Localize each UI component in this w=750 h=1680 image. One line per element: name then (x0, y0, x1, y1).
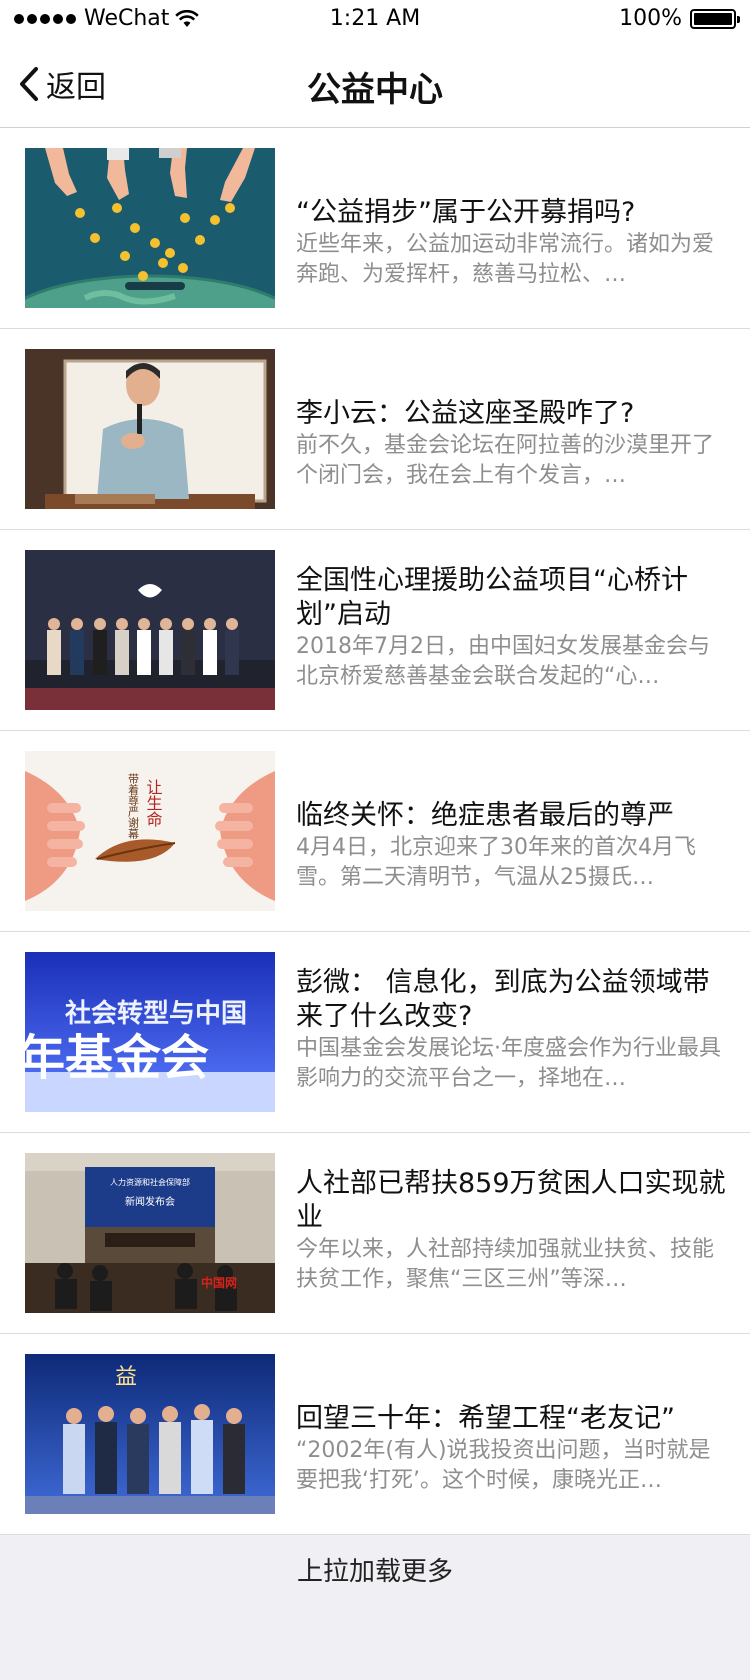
image-caption: 中国网 (201, 1275, 237, 1290)
article-item[interactable]: 益 回望三十年：希望工程“老友记” “2002年(有人)说我投资出问题，当时就是… (0, 1334, 750, 1535)
image-caption: 让生命 (144, 779, 163, 827)
article-text: 人社部已帮扶859万贫困人口实现就业 今年以来，人社部持续加强就业扶贫、技能扶贫… (296, 1133, 726, 1333)
article-item[interactable]: “公益捐步”属于公开募捐吗? 近些年来，公益加运动非常流行。诸如为爱奔跑、为爱挥… (0, 128, 750, 329)
article-thumbnail (25, 349, 275, 509)
donation-hands-image (25, 148, 275, 308)
image-caption: 带着尊严谢幕 (127, 773, 140, 840)
article-summary: 今年以来，人社部持续加强就业扶贫、技能扶贫工作，聚焦“三区三州”等深… (296, 1237, 715, 1292)
load-more-hint[interactable]: 上拉加载更多 (0, 1532, 750, 1612)
article-thumbnail (25, 550, 275, 710)
article-text: “公益捐步”属于公开募捐吗? 近些年来，公益加运动非常流行。诸如为爱奔跑、为爱挥… (296, 128, 726, 328)
article-item[interactable]: 让生命 带着尊严谢幕 临终关怀：绝症患者最后的尊严 4月4日，北京迎来了30年来… (0, 731, 750, 932)
article-title: 全国性心理援助公益项目“心桥计划”启动 (296, 565, 688, 630)
article-item[interactable]: 人力资源和社会保障部 新闻发布会 中国网 人社部已帮扶859万贫困人口实现就业 … (0, 1133, 750, 1334)
article-text: 李小云：公益这座圣殿咋了? 前不久，基金会论坛在阿拉善的沙漠里开了个闭门会，我在… (296, 329, 726, 529)
article-list: “公益捐步”属于公开募捐吗? 近些年来，公益加运动非常流行。诸如为爱奔跑、为爱挥… (0, 128, 750, 1535)
article-thumbnail: 社会转型与中国 年基金会 (25, 952, 275, 1112)
group-photo-image: 益 (25, 1354, 275, 1514)
speaker-photo (25, 349, 275, 509)
article-item[interactable]: 李小云：公益这座圣殿咋了? 前不久，基金会论坛在阿拉善的沙漠里开了个闭门会，我在… (0, 329, 750, 530)
article-text: 回望三十年：希望工程“老友记” “2002年(有人)说我投资出问题，当时就是要把… (296, 1334, 726, 1534)
image-caption: 益 (115, 1365, 137, 1390)
article-title: 彭微： 信息化，到底为公益领域带来了什么改变? (296, 967, 710, 1032)
article-thumbnail: 让生命 带着尊严谢幕 (25, 751, 275, 911)
article-summary: 4月4日，北京迎来了30年来的首次4月飞雪。第二天清明节，气温从25摄氏… (296, 835, 696, 890)
article-text: 彭微： 信息化，到底为公益领域带来了什么改变? 中国基金会发展论坛·年度盛会作为… (296, 932, 726, 1132)
article-thumbnail: 人力资源和社会保障部 新闻发布会 中国网 (25, 1153, 275, 1313)
forum-stage-image: 社会转型与中国 年基金会 (25, 952, 275, 1112)
navigation-bar: 返回 公益中心 (0, 40, 750, 128)
image-caption: 人力资源和社会保障部 (110, 1177, 190, 1187)
status-bar: WeChat 1:21 AM 100% (0, 0, 750, 40)
image-caption: 新闻发布会 (125, 1195, 175, 1208)
article-title: 临终关怀：绝症患者最后的尊严 (296, 800, 674, 831)
image-caption: 社会转型与中国 (65, 998, 247, 1029)
article-summary: 前不久，基金会论坛在阿拉善的沙漠里开了个闭门会，我在会上有个发言，… (296, 433, 715, 488)
article-title: 李小云：公益这座圣殿咋了? (296, 398, 635, 429)
article-thumbnail (25, 148, 275, 308)
article-text: 全国性心理援助公益项目“心桥计划”启动 2018年7月2日，由中国妇女发展基金会… (296, 530, 726, 730)
battery-status: 100% (619, 6, 740, 31)
article-title: 人社部已帮扶859万贫困人口实现就业 (296, 1168, 726, 1233)
stage-group-photo (25, 550, 275, 710)
battery-icon (690, 8, 740, 29)
image-caption: 年基金会 (25, 1030, 209, 1086)
article-thumbnail: 益 (25, 1354, 275, 1514)
hands-leaf-image: 让生命 带着尊严谢幕 (25, 751, 275, 911)
article-summary: 中国基金会发展论坛·年度盛会作为行业最具影响力的交流平台之一，择地在… (296, 1036, 721, 1091)
article-item[interactable]: 社会转型与中国 年基金会 彭微： 信息化，到底为公益领域带来了什么改变? 中国基… (0, 932, 750, 1133)
battery-percent: 100% (619, 6, 682, 31)
article-text: 临终关怀：绝症患者最后的尊严 4月4日，北京迎来了30年来的首次4月飞雪。第二天… (296, 731, 726, 931)
press-conference-image: 人力资源和社会保障部 新闻发布会 中国网 (25, 1153, 275, 1313)
page-title: 公益中心 (307, 70, 443, 110)
article-title: 回望三十年：希望工程“老友记” (296, 1403, 675, 1434)
article-item[interactable]: 全国性心理援助公益项目“心桥计划”启动 2018年7月2日，由中国妇女发展基金会… (0, 530, 750, 731)
article-summary: 2018年7月2日，由中国妇女发展基金会与北京桥爱慈善基金会联合发起的“心… (296, 634, 710, 689)
article-summary: “2002年(有人)说我投资出问题，当时就是要把我‘打死’。这个时候，康晓光正… (296, 1438, 711, 1493)
article-summary: 近些年来，公益加运动非常流行。诸如为爱奔跑、为爱挥杆，慈善马拉松、… (296, 232, 715, 287)
article-title: “公益捐步”属于公开募捐吗? (296, 197, 636, 228)
